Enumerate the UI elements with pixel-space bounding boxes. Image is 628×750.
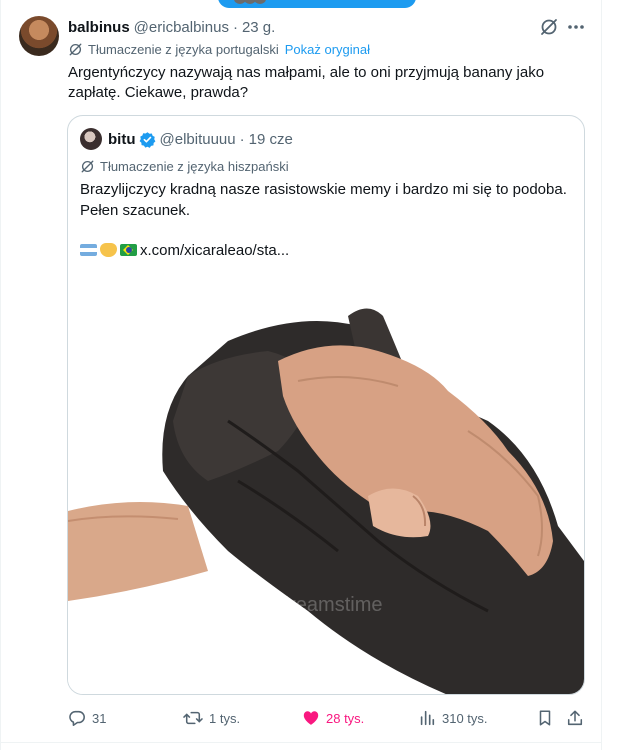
handshake-photo[interactable]: dreamstime: [68, 281, 584, 695]
watermark-text: dreamstime: [278, 594, 382, 616]
author-name[interactable]: balbinus: [68, 19, 130, 36]
like-count: 28 tys.: [326, 710, 365, 726]
repost-button[interactable]: 1 tys.: [183, 707, 240, 729]
translation-label: Tłumaczenie z języka portugalski: [88, 42, 279, 57]
more-options-icon[interactable]: [566, 17, 586, 37]
bookmark-button[interactable]: [536, 707, 560, 729]
like-button[interactable]: 28 tys.: [302, 707, 364, 729]
translation-note: Tłumaczenie z języka portugalski Pokaż o…: [68, 42, 370, 57]
column-border-right: [601, 0, 602, 750]
quote-link[interactable]: x.com/xicaraleao/sta...: [140, 242, 289, 259]
column-border-left: [0, 0, 1, 750]
reply-count: 31: [92, 710, 107, 726]
quote-translation-label: Tłumaczenie z języka hiszpański: [100, 159, 289, 174]
bookmark-icon: [539, 710, 551, 726]
tweet-text: Argentyńczycy nazywają nas małpami, ale …: [68, 64, 545, 101]
repost-icon: [183, 711, 203, 725]
new-posts-pill[interactable]: [218, 0, 416, 8]
share-icon: [567, 710, 583, 726]
views-icon: [420, 710, 435, 726]
share-button[interactable]: [566, 707, 590, 729]
views-count: 310 tys.: [442, 710, 488, 726]
header-separator: ·: [232, 18, 238, 36]
quote-timestamp: 19 cze: [248, 130, 293, 148]
brazil-flag-icon: [120, 244, 137, 256]
quote-translation-note: Tłumaczenie z języka hiszpański: [80, 159, 289, 174]
argentina-flag-icon: [80, 244, 97, 256]
tweet-header: balbinus @ericbalbinus · 23 g.: [68, 17, 275, 37]
quoted-tweet[interactable]: bitu @elbituuuu · 19 cze Tłumaczenie z j…: [67, 115, 585, 695]
tweet-divider: [1, 742, 601, 743]
quote-link-line: x.com/xicaraleao/sta...: [80, 240, 289, 260]
verified-badge-icon: [139, 131, 155, 148]
handshake-icon: [100, 243, 117, 257]
quote-text: Brazylijczycy kradną nasze rasistowskie …: [80, 181, 567, 219]
translate-icon: [81, 160, 94, 173]
tweet-timestamp[interactable]: 23 g.: [242, 19, 275, 36]
quote-author-name: bitu: [108, 130, 136, 148]
repost-count: 1 tys.: [209, 710, 241, 726]
author-avatar[interactable]: [19, 16, 59, 56]
action-bar: 31 1 tys. 28 tys. 310 tys.: [68, 707, 588, 729]
heart-icon: [303, 711, 319, 725]
quote-header: bitu @elbituuuu · 19 cze: [108, 129, 293, 149]
pill-avatar: [254, 0, 266, 4]
quote-header-separator: ·: [239, 130, 245, 148]
reply-icon: [69, 710, 85, 726]
reply-button[interactable]: 31: [68, 707, 106, 729]
quote-author-handle: @elbituuuu: [159, 130, 236, 148]
views-button[interactable]: 310 tys.: [418, 707, 488, 729]
author-handle[interactable]: @ericbalbinus: [134, 19, 229, 36]
quote-author-avatar: [80, 128, 102, 150]
grok-icon[interactable]: [539, 17, 559, 37]
translate-icon: [69, 43, 82, 56]
show-original-link[interactable]: Pokaż oryginał: [285, 42, 370, 57]
